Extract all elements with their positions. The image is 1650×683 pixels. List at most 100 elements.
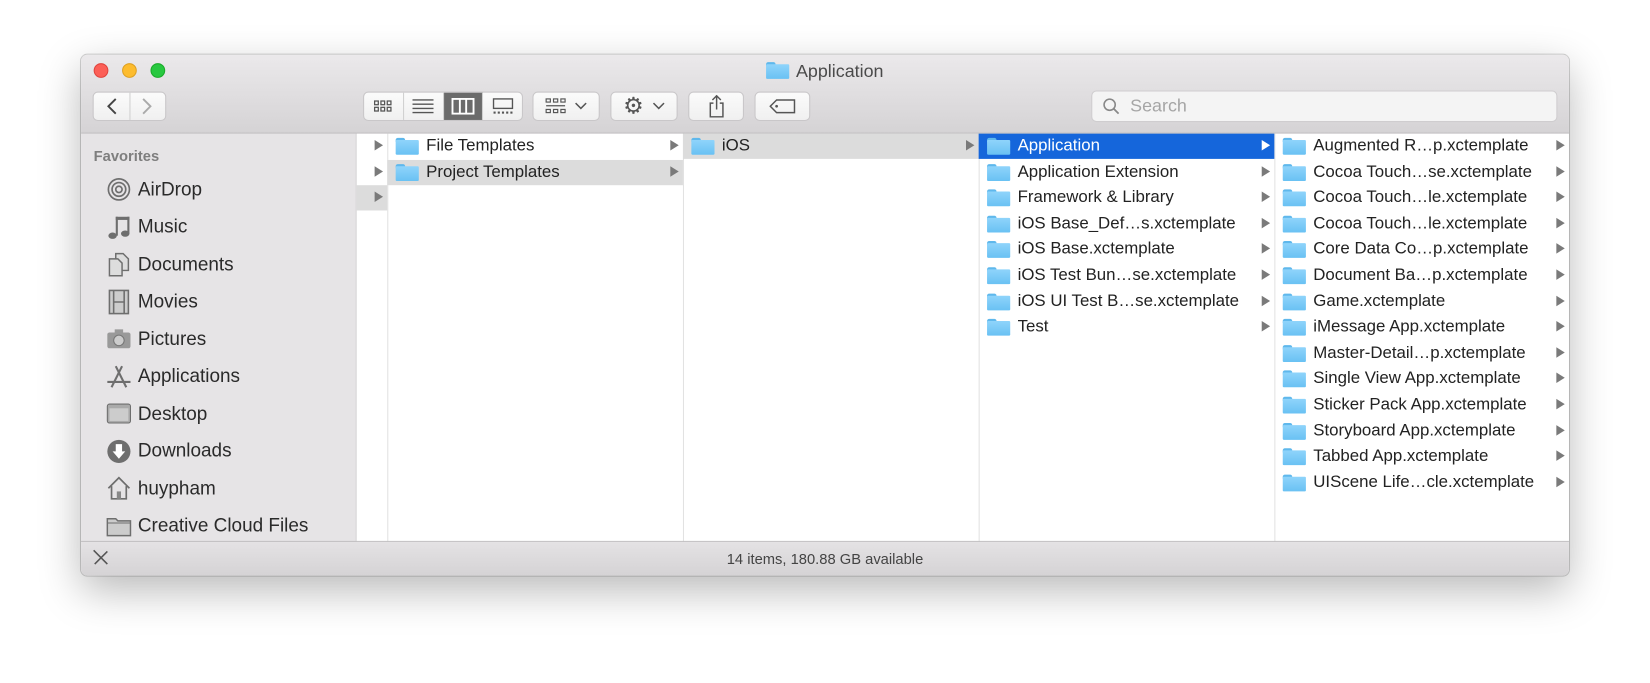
folder-icon: [1282, 344, 1306, 362]
column-browser: File Templates Project Templates iOS Applic…: [356, 133, 1569, 542]
list-item[interactable]: Framework & Library: [979, 185, 1275, 210]
item-label: Core Data Co…p.xctemplate: [1313, 240, 1529, 259]
disclosure-arrow-icon: [1261, 191, 1271, 203]
list-item[interactable]: [356, 185, 388, 211]
folder-icon: [1282, 370, 1306, 388]
chevron-down-icon: [575, 102, 587, 110]
tags-button[interactable]: [754, 91, 811, 122]
disclosure-arrow-icon: [1556, 321, 1565, 332]
disclosure-arrow-icon: [1261, 269, 1271, 280]
disclosure-arrow-icon: [1556, 243, 1565, 255]
share-button[interactable]: [688, 91, 744, 122]
list-item[interactable]: Test: [979, 315, 1275, 340]
group-by-button[interactable]: [532, 91, 600, 122]
disclosure-arrow-icon: [1261, 217, 1271, 229]
list-item[interactable]: iOS Base_Def…s.xctemplate: [979, 211, 1275, 236]
search-input[interactable]: [1128, 94, 1533, 118]
folder-icon: [987, 163, 1011, 181]
folder-icon: [1282, 319, 1306, 336]
item-label: File Templates: [426, 136, 535, 155]
disclosure-arrow-icon: [1556, 424, 1565, 436]
list-item[interactable]: Augmented R…p.xctemplate: [1274, 134, 1569, 159]
chevron-right-icon: [142, 98, 153, 115]
list-item[interactable]: iOS UI Test B…se.xctemplate: [979, 289, 1275, 314]
search-field[interactable]: [1091, 90, 1558, 123]
sidebar-item-desktop[interactable]: Desktop: [106, 398, 207, 430]
list-item[interactable]: Document Ba…p.xctemplate: [1274, 263, 1569, 288]
title-bar: Application ⚙: [81, 54, 1569, 134]
disclosure-arrow-icon: [1556, 139, 1565, 151]
item-label: Storyboard App.xctemplate: [1313, 421, 1516, 440]
list-item[interactable]: Project Templates: [387, 159, 683, 185]
list-item[interactable]: Core Data Co…p.xctemplate: [1274, 237, 1569, 262]
list-item[interactable]: Single View App.xctemplate: [1274, 367, 1569, 392]
list-item[interactable]: UIScene Life…cle.xctemplate: [1274, 470, 1569, 495]
list-item[interactable]: iOS Test Bun…se.xctemplate: [979, 263, 1275, 288]
item-label: iMessage App.xctemplate: [1313, 317, 1506, 336]
item-label: Document Ba…p.xctemplate: [1313, 266, 1528, 285]
forward-button[interactable]: [130, 93, 165, 120]
desktop-icon: [106, 401, 132, 426]
sidebar-item-huypham[interactable]: huypham: [106, 472, 216, 504]
scrolled-column: [356, 133, 389, 542]
folder-icon: [1282, 293, 1306, 311]
folder-icon: [395, 163, 419, 181]
folder-icon: [1282, 163, 1306, 181]
item-label: UIScene Life…cle.xctemplate: [1313, 473, 1535, 492]
list-item[interactable]: File Templates: [387, 134, 683, 159]
back-button[interactable]: [94, 92, 130, 120]
disclosure-arrow-icon: [1556, 217, 1565, 229]
list-item[interactable]: Tabbed App.xctemplate: [1274, 444, 1569, 469]
folder-icon: [987, 319, 1011, 336]
gallery-view-button[interactable]: [483, 93, 522, 120]
sidebar-item-movies[interactable]: Movies: [106, 286, 198, 318]
folder-icon: [395, 137, 419, 155]
list-item[interactable]: Cocoa Touch…le.xctemplate: [1274, 211, 1569, 236]
item-label: Project Templates: [426, 162, 560, 181]
sidebar-toggle-icon: [93, 549, 108, 565]
sidebar-item-creative-cloud-files[interactable]: Creative Cloud Files: [106, 510, 308, 542]
sidebar-item-music[interactable]: Music: [106, 211, 187, 243]
folder-icon: [1282, 448, 1306, 466]
disclosure-arrow-icon: [1261, 139, 1271, 151]
list-item[interactable]: Cocoa Touch…se.xctemplate: [1274, 160, 1569, 185]
list-item[interactable]: iMessage App.xctemplate: [1274, 315, 1569, 340]
list-item[interactable]: Storyboard App.xctemplate: [1274, 418, 1569, 443]
column-view-button[interactable]: [443, 92, 484, 120]
list-item[interactable]: Sticker Pack App.xctemplate: [1274, 393, 1569, 418]
list-item[interactable]: Application: [978, 133, 1275, 159]
list-item[interactable]: Master-Detail…p.xctemplate: [1274, 341, 1569, 366]
folder-icon: [987, 215, 1011, 233]
list-item[interactable]: Cocoa Touch…le.xctemplate: [1274, 185, 1569, 210]
gallery-view-icon: [492, 98, 513, 114]
disclosure-arrow-icon: [1556, 450, 1565, 462]
folder-icon: [1282, 215, 1306, 233]
icon-view-button[interactable]: [364, 92, 404, 120]
item-label: Single View App.xctemplate: [1313, 369, 1521, 388]
finder-window: Application ⚙ Favo: [81, 54, 1569, 576]
list-item[interactable]: Application Extension: [979, 160, 1275, 185]
list-item[interactable]: iOS Base.xctemplate: [979, 237, 1275, 262]
sidebar-item-documents[interactable]: Documents: [106, 248, 234, 280]
folder-icon: [1282, 241, 1306, 259]
sidebar-item-airdrop[interactable]: AirDrop: [106, 174, 202, 206]
sidebar: Favorites AirDrop Music Documents Movies Pic…: [81, 133, 357, 542]
list-item[interactable]: [357, 134, 388, 159]
disclosure-arrow-icon: [1261, 243, 1271, 255]
list-item[interactable]: [357, 159, 388, 184]
sidebar-item-applications[interactable]: Applications: [106, 360, 240, 392]
column-3: Application Application Extension Framewor…: [978, 133, 1276, 542]
tag-icon: [768, 99, 795, 114]
list-item[interactable]: iOS: [682, 133, 979, 159]
list-view-button[interactable]: [404, 92, 444, 120]
column-4: Augmented R…p.xctemplate Cocoa Touch…se.x…: [1274, 134, 1569, 542]
action-button[interactable]: ⚙: [610, 91, 678, 122]
sidebar-item-downloads[interactable]: Downloads: [106, 435, 232, 467]
list-item[interactable]: Game.xctemplate: [1274, 289, 1569, 314]
folder-icon: [987, 293, 1011, 311]
item-label: Test: [1017, 317, 1049, 336]
sidebar-item-label: Desktop: [137, 402, 208, 424]
disclosure-arrow-icon: [1556, 165, 1565, 177]
disclosure-arrow-icon: [1556, 191, 1565, 203]
sidebar-item-pictures[interactable]: Pictures: [106, 323, 206, 355]
